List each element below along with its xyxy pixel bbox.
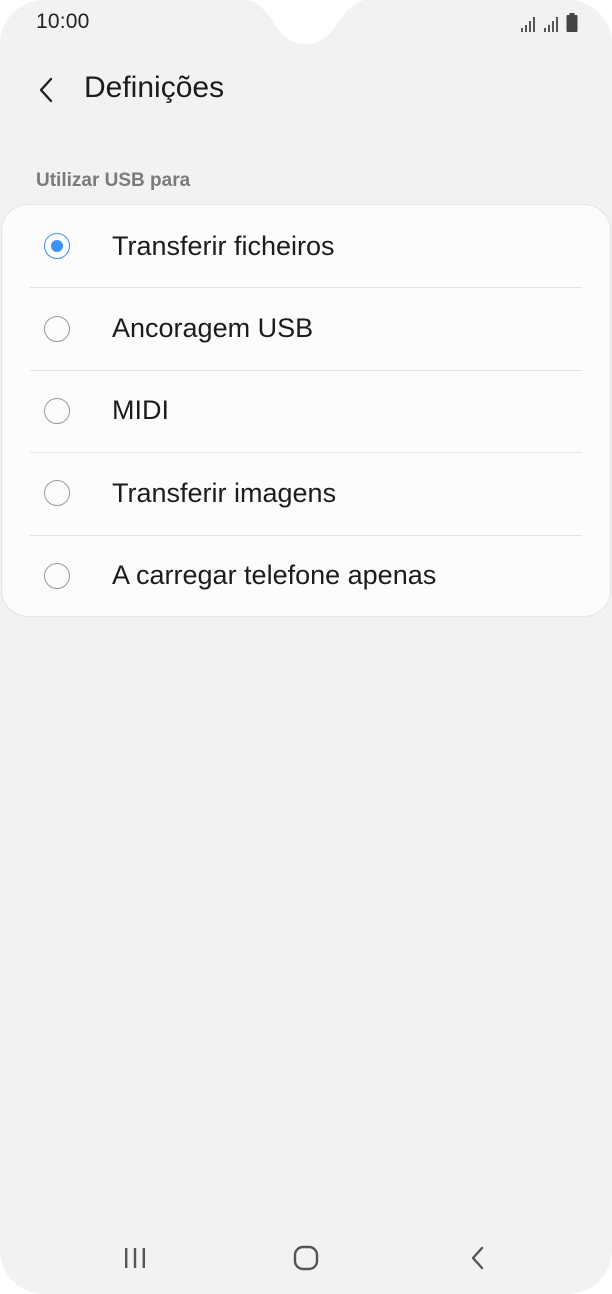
option-transfer-images[interactable]: Transferir imagens (2, 452, 610, 534)
option-usb-tethering[interactable]: Ancoragem USB (2, 287, 610, 369)
recent-apps-icon (125, 1248, 145, 1268)
home-button[interactable] (276, 1238, 336, 1278)
option-charge-only[interactable]: A carregar telefone apenas (2, 534, 610, 617)
option-label: A carregar telefone apenas (112, 560, 437, 591)
page-title: Definições (84, 71, 225, 104)
chevron-left-icon (39, 77, 53, 103)
signal-icon (521, 17, 535, 32)
radio-button[interactable] (44, 562, 70, 589)
section-label: Utilizar USB para (36, 170, 191, 191)
radio-button-selected[interactable] (44, 233, 70, 260)
option-label: Ancoragem USB (112, 313, 314, 344)
signal-icon (544, 17, 558, 32)
radio-button[interactable] (44, 397, 70, 424)
usb-options-list: Transferir ficheiros Ancoragem USB MIDI … (2, 205, 610, 616)
option-label: Transferir imagens (112, 477, 337, 508)
navigation-bar (0, 1228, 612, 1288)
phone-screen: 10:00 Definições Utilizar USB para Trans… (0, 0, 612, 1294)
app-header: Definições (0, 60, 612, 120)
back-icon (471, 1246, 484, 1270)
option-midi[interactable]: MIDI (2, 369, 610, 452)
radio-button[interactable] (44, 315, 70, 342)
status-time: 10:00 (36, 10, 90, 33)
status-icons (520, 12, 578, 32)
option-label: MIDI (112, 395, 169, 426)
option-transfer-files[interactable]: Transferir ficheiros (2, 205, 610, 287)
nav-back-button[interactable] (448, 1238, 508, 1278)
recent-apps-button[interactable] (105, 1238, 165, 1278)
battery-icon (566, 13, 578, 32)
radio-button[interactable] (44, 480, 70, 507)
option-label: Transferir ficheiros (112, 230, 335, 261)
home-icon (293, 1245, 319, 1271)
camera-notch (247, 0, 365, 44)
back-button[interactable] (26, 68, 66, 112)
